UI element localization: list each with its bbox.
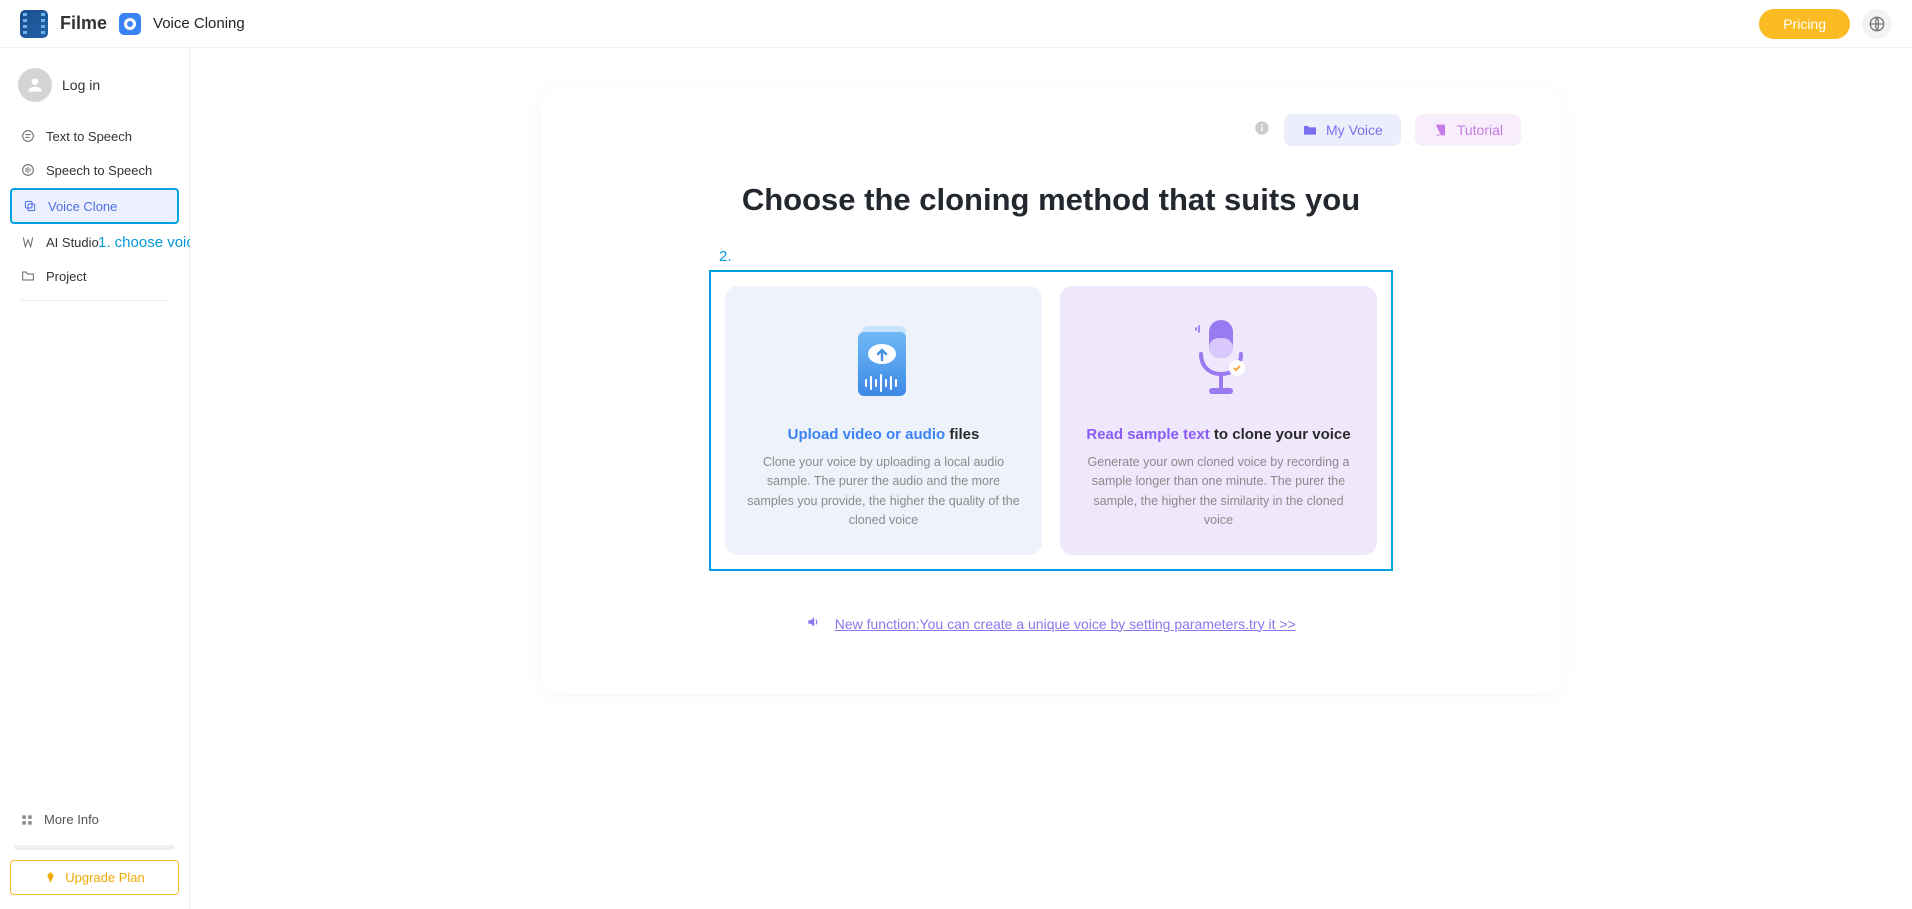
read-title-highlight: Read sample text: [1086, 426, 1209, 443]
upload-title-highlight: Upload video or audio: [788, 426, 946, 443]
new-function-link[interactable]: New function:You can create a unique voi…: [835, 616, 1296, 632]
app-logo-icon: [20, 10, 48, 38]
more-info-label: More Info: [44, 812, 99, 827]
sidebar-bottom: More Info Upgrade Plan: [10, 804, 179, 895]
sidebar-item-label: Text to Speech: [46, 129, 132, 144]
folder-voice-icon: [1302, 122, 1318, 138]
nav-divider: [20, 300, 169, 301]
main-content: My Voice Tutorial Choose the cloning met…: [190, 48, 1912, 909]
globe-icon: [1868, 15, 1886, 33]
nav-list: Text to Speech Speech to Speech Voice Cl…: [10, 120, 179, 307]
usage-bar: [14, 845, 175, 850]
app-name: Filme: [60, 13, 107, 34]
sidebar-item-label: AI Studio: [46, 235, 99, 250]
sidebar-item-text-to-speech[interactable]: Text to Speech: [10, 120, 179, 152]
sidebar-item-speech-to-speech[interactable]: Speech to Speech: [10, 154, 179, 186]
annotation-step2: 2.: [719, 248, 732, 265]
read-title-rest: to clone your voice: [1210, 426, 1351, 443]
microphone-illustration: [1082, 314, 1355, 410]
sidebar-item-voice-clone[interactable]: Voice Clone: [10, 188, 179, 224]
language-button[interactable]: [1862, 9, 1892, 39]
cards-highlight-box: Upload video or audio files Clone your v…: [709, 270, 1393, 571]
sidebar-item-label: Speech to Speech: [46, 163, 152, 178]
my-voice-label: My Voice: [1326, 122, 1383, 138]
upload-title-rest: files: [945, 426, 979, 443]
upload-card-desc: Clone your voice by uploading a local au…: [747, 453, 1020, 531]
header: Filme Voice Cloning Pricing: [0, 0, 1912, 48]
upgrade-label: Upgrade Plan: [65, 870, 145, 885]
sidebar-item-project[interactable]: Project: [10, 260, 179, 292]
speaker-icon: [806, 616, 824, 633]
diamond-icon: [44, 871, 57, 884]
user-section: Log in: [10, 62, 179, 120]
method-cards: Upload video or audio files Clone your v…: [725, 286, 1377, 555]
header-left: Filme Voice Cloning: [20, 10, 245, 38]
more-info-button[interactable]: More Info: [10, 804, 179, 835]
grid-icon: [20, 813, 34, 827]
upload-method-card[interactable]: Upload video or audio files Clone your v…: [725, 286, 1042, 555]
panel-top-actions: My Voice Tutorial: [581, 114, 1521, 146]
pricing-button[interactable]: Pricing: [1759, 9, 1850, 39]
read-card-title: Read sample text to clone your voice: [1082, 426, 1355, 443]
login-link[interactable]: Log in: [62, 77, 100, 93]
panel-title: Choose the cloning method that suits you: [581, 182, 1521, 218]
read-card-desc: Generate your own cloned voice by record…: [1082, 453, 1355, 531]
read-method-card[interactable]: Read sample text to clone your voice Gen…: [1060, 286, 1377, 555]
upgrade-plan-button[interactable]: Upgrade Plan: [10, 860, 179, 895]
voice-clone-icon: [22, 198, 38, 214]
book-icon: [1433, 122, 1449, 138]
avatar-icon[interactable]: [18, 68, 52, 102]
folder-icon: [20, 268, 36, 284]
upload-card-title: Upload video or audio files: [747, 426, 1020, 443]
voice-badge-icon: [119, 13, 141, 35]
info-icon[interactable]: [1254, 120, 1270, 141]
sidebar-item-label: Project: [46, 269, 86, 284]
tutorial-label: Tutorial: [1457, 122, 1503, 138]
my-voice-button[interactable]: My Voice: [1284, 114, 1401, 146]
sts-icon: [20, 162, 36, 178]
header-right: Pricing: [1759, 9, 1892, 39]
upload-illustration: [747, 314, 1020, 410]
ai-studio-icon: [20, 234, 36, 250]
voice-clone-panel: My Voice Tutorial Choose the cloning met…: [541, 88, 1561, 694]
sidebar-item-label: Voice Clone: [48, 199, 117, 214]
sidebar: Log in Text to Speech Speech to Speech V…: [0, 48, 190, 909]
new-function-section: New function:You can create a unique voi…: [581, 615, 1521, 634]
tts-icon: [20, 128, 36, 144]
tutorial-button[interactable]: Tutorial: [1415, 114, 1521, 146]
page-title: Voice Cloning: [153, 15, 245, 32]
